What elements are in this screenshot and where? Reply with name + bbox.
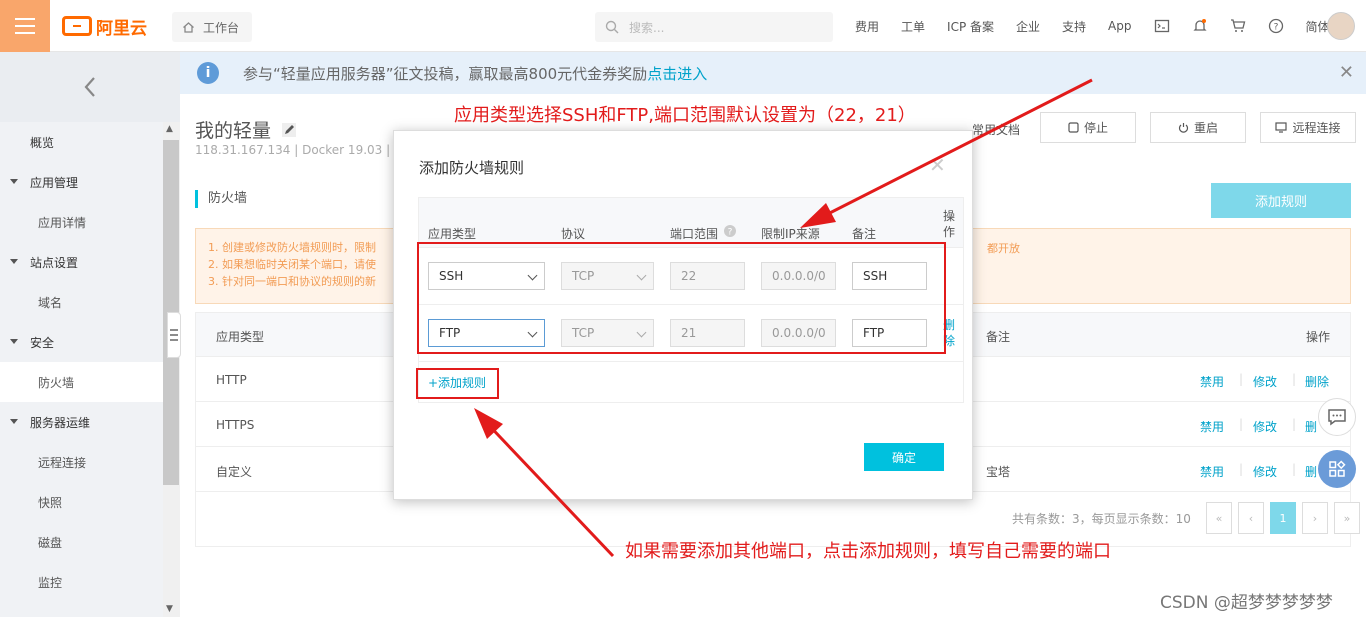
arrow-head-top: [800, 203, 836, 228]
arrow-line-bottom: [480, 416, 615, 558]
watermark: CSDN @超梦梦梦梦梦: [1160, 593, 1333, 613]
arrow-line-top: [811, 78, 1093, 224]
annotation-arrows: [474, 78, 1093, 558]
